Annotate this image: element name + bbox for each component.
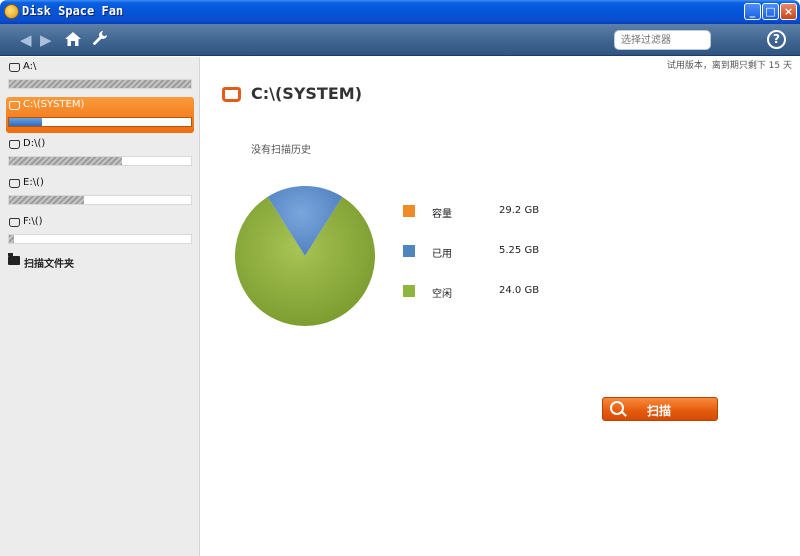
sidebar-drive-e[interactable]: E:\() bbox=[6, 175, 194, 211]
page-title: C:\(SYSTEM) bbox=[251, 84, 363, 103]
search-icon bbox=[610, 401, 624, 415]
legend-value: 29.2 GB bbox=[499, 205, 540, 216]
no-scan-history-text: 没有扫描历史 bbox=[251, 145, 311, 156]
drive-icon bbox=[9, 218, 20, 227]
sidebar-drive-d[interactable]: D:\() bbox=[6, 136, 194, 172]
arrow-left-icon[interactable]: ◀ bbox=[20, 30, 32, 50]
wrench-icon[interactable] bbox=[92, 30, 108, 51]
folder-icon bbox=[8, 253, 20, 265]
drive-label: D:\() bbox=[23, 138, 46, 149]
disk-usage-pie-chart bbox=[234, 186, 375, 326]
legend-swatch bbox=[403, 285, 415, 297]
window-title-bar[interactable]: Disk Space Fan _ □ × bbox=[0, 0, 800, 24]
legend-capacity: 容量 29.2 GB bbox=[403, 205, 563, 220]
window-title: Disk Space Fan bbox=[22, 4, 124, 18]
filter-search-input[interactable] bbox=[614, 30, 711, 50]
home-icon[interactable] bbox=[64, 30, 82, 53]
help-icon[interactable]: ? bbox=[767, 30, 786, 49]
drive-label: C:\(SYSTEM) bbox=[23, 99, 85, 110]
legend-used: 已用 5.25 GB bbox=[403, 245, 563, 260]
drive-usage-bar bbox=[8, 195, 192, 205]
scan-button-label: 扫描 bbox=[647, 404, 672, 418]
legend-label: 容量 bbox=[432, 209, 452, 220]
drive-usage-bar bbox=[8, 79, 192, 89]
sidebar-drive-c[interactable]: C:\(SYSTEM) bbox=[6, 97, 194, 133]
arrow-right-icon[interactable]: ▶ bbox=[40, 30, 52, 50]
legend-label: 空闲 bbox=[432, 289, 452, 300]
drive-icon bbox=[9, 179, 20, 188]
legend-label: 已用 bbox=[432, 249, 452, 260]
legend-free: 空闲 24.0 GB bbox=[403, 285, 563, 300]
maximize-button[interactable]: □ bbox=[762, 3, 779, 20]
drive-label: A:\ bbox=[23, 61, 37, 72]
close-button[interactable]: × bbox=[780, 3, 797, 20]
main-panel: 试用版本，离到期只剩下 15 天 C:\(SYSTEM) 没有扫描历史 容量 2… bbox=[201, 57, 800, 556]
sidebar-drive-f[interactable]: F:\() bbox=[6, 214, 194, 250]
legend-swatch bbox=[403, 205, 415, 217]
app-icon bbox=[4, 4, 19, 19]
sidebar: A:\ C:\(SYSTEM) D:\() E:\() F:\() 扫描文件夹 bbox=[0, 57, 200, 556]
drive-usage-bar bbox=[8, 234, 192, 244]
drive-icon bbox=[9, 140, 20, 149]
toolbar: ◀ ▶ ? bbox=[0, 24, 800, 56]
drive-icon bbox=[9, 101, 20, 110]
trial-notice: 试用版本，离到期只剩下 15 天 bbox=[666, 61, 792, 71]
drive-label: E:\() bbox=[23, 177, 44, 188]
drive-usage-bar bbox=[8, 117, 192, 127]
drive-label: F:\() bbox=[23, 216, 43, 227]
scan-button[interactable]: 扫描 bbox=[602, 397, 718, 421]
minimize-button[interactable]: _ bbox=[744, 3, 761, 20]
legend-swatch bbox=[403, 245, 415, 257]
legend-value: 24.0 GB bbox=[499, 285, 540, 296]
drive-icon bbox=[222, 87, 241, 102]
scan-folder-label: 扫描文件夹 bbox=[24, 259, 74, 270]
drive-icon bbox=[9, 63, 20, 72]
legend-value: 5.25 GB bbox=[499, 245, 540, 256]
sidebar-drive-a[interactable]: A:\ bbox=[6, 59, 194, 95]
drive-usage-bar bbox=[8, 156, 192, 166]
